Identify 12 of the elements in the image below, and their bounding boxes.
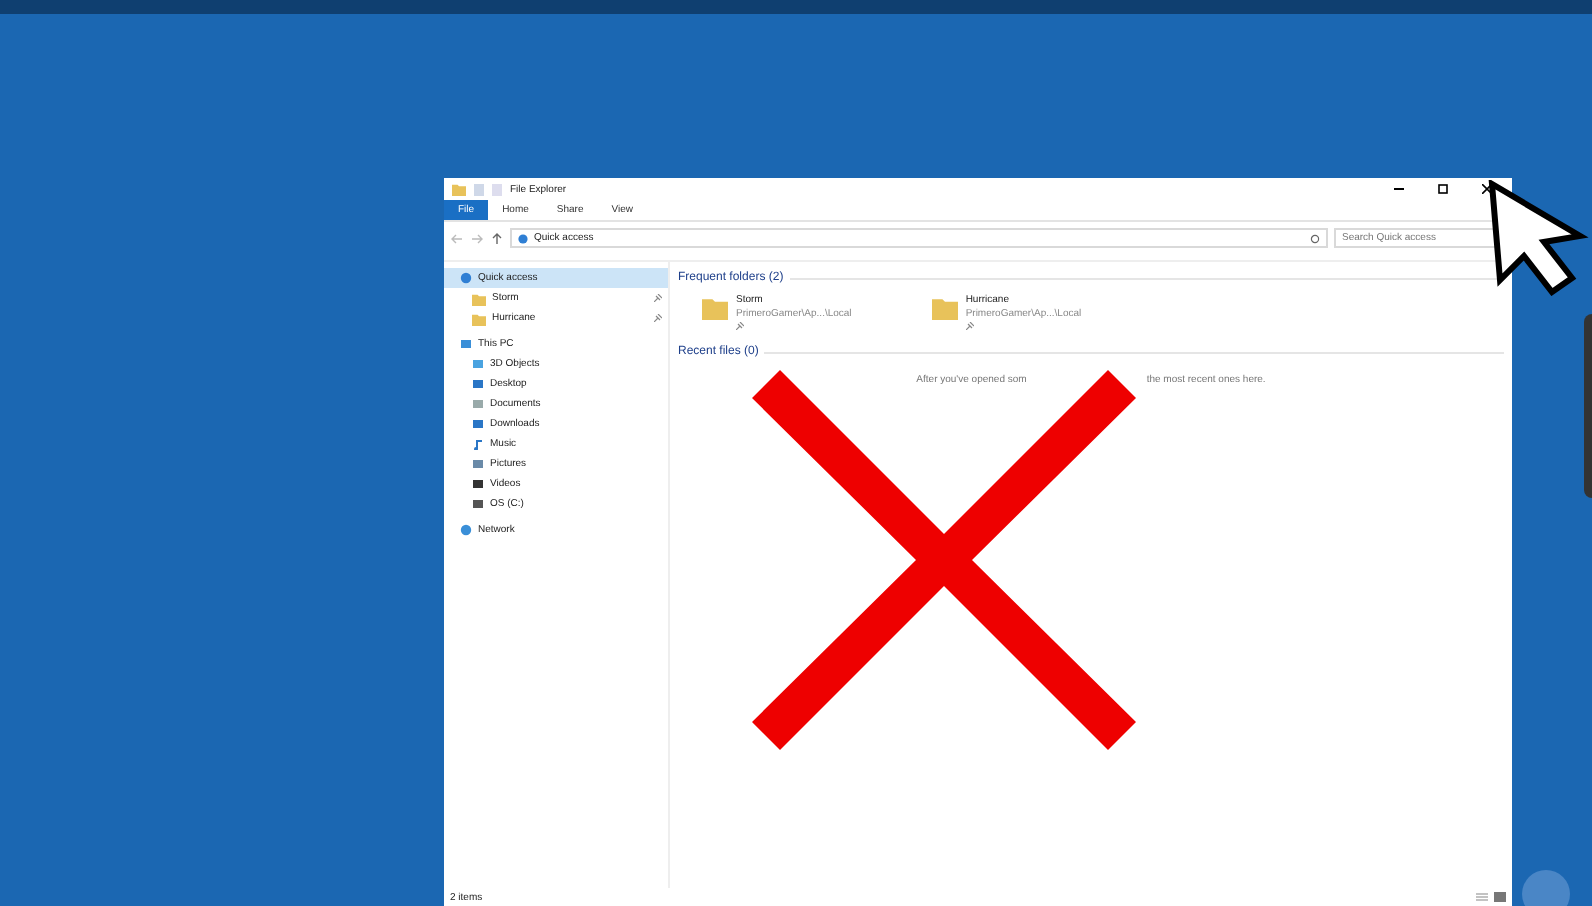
folder-icon <box>931 294 958 320</box>
desktop-icon <box>472 378 484 390</box>
refresh-icon <box>1310 233 1320 243</box>
details-view-icon <box>1476 892 1488 902</box>
minimize-icon <box>1393 188 1403 190</box>
tiles-view-icon <box>1494 892 1506 902</box>
maximize-icon <box>1437 184 1447 194</box>
up-arrow-icon[interactable] <box>490 231 504 245</box>
close-icon <box>1481 184 1491 194</box>
music-note-icon <box>472 438 484 450</box>
folder-icon <box>702 294 728 320</box>
folder-icon <box>452 182 466 196</box>
